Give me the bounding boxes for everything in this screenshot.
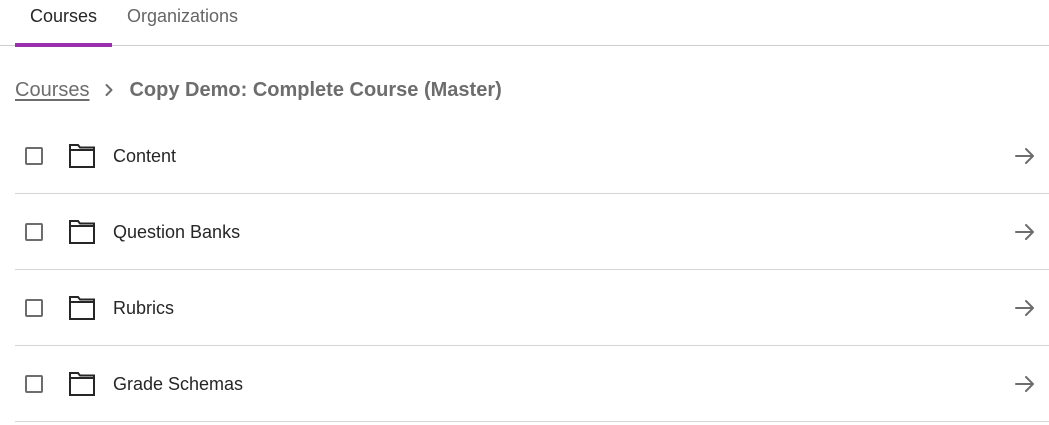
list-item-label[interactable]: Question Banks: [113, 219, 240, 245]
list-item-label[interactable]: Grade Schemas: [113, 371, 243, 397]
breadcrumb: Courses Copy Demo: Complete Course (Mast…: [15, 76, 502, 104]
tab-organizations-label: Organizations: [127, 6, 239, 26]
select-checkbox[interactable]: [25, 375, 43, 393]
list-item-label[interactable]: Content: [113, 143, 176, 169]
arrow-right-icon[interactable]: [1013, 372, 1037, 396]
folder-icon: [69, 144, 95, 168]
select-checkbox[interactable]: [25, 223, 43, 241]
select-checkbox[interactable]: [25, 147, 43, 165]
folder-icon: [69, 220, 95, 244]
list-item-question-banks[interactable]: Question Banks: [15, 194, 1049, 270]
folder-icon: [69, 296, 95, 320]
list-item-label[interactable]: Rubrics: [113, 295, 174, 321]
select-checkbox[interactable]: [25, 299, 43, 317]
arrow-right-icon[interactable]: [1013, 220, 1037, 244]
folder-icon: [69, 372, 95, 396]
breadcrumb-courses-link[interactable]: Courses: [15, 79, 89, 102]
tab-courses[interactable]: Courses: [15, 0, 112, 47]
arrow-right-icon[interactable]: [1013, 144, 1037, 168]
tab-organizations[interactable]: Organizations: [127, 0, 238, 46]
tab-bar: Courses Organizations: [0, 0, 1049, 47]
tab-courses-label: Courses: [29, 6, 98, 26]
list-item-content[interactable]: Content: [15, 118, 1049, 194]
chevron-right-icon: [89, 83, 129, 97]
list-item-grade-schemas[interactable]: Grade Schemas: [15, 346, 1049, 422]
arrow-right-icon[interactable]: [1013, 296, 1037, 320]
content-list: Content Question Banks Rubrics Grade Sch…: [15, 118, 1049, 422]
active-tab-indicator: [15, 43, 112, 47]
list-item-rubrics[interactable]: Rubrics: [15, 270, 1049, 346]
breadcrumb-current-course: Copy Demo: Complete Course (Master): [129, 78, 502, 101]
